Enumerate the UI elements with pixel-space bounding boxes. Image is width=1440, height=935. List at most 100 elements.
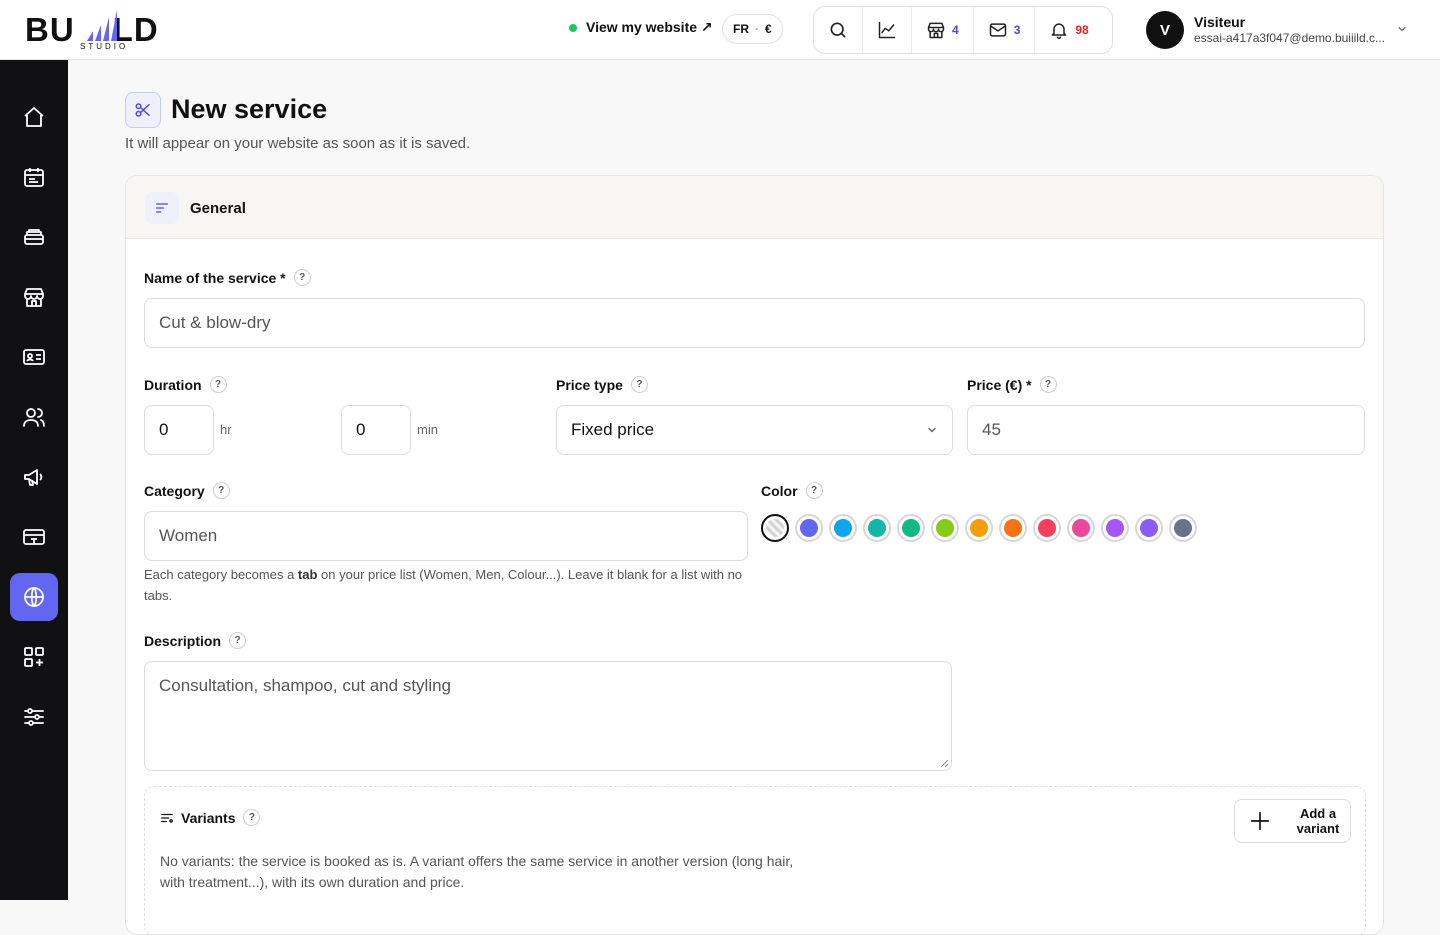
color-swatch-fill bbox=[834, 519, 852, 537]
sidebar-item-contacts[interactable] bbox=[10, 333, 58, 381]
color-swatch-fill bbox=[936, 519, 954, 537]
variants-label-text: Variants bbox=[181, 809, 236, 826]
color-swatch[interactable] bbox=[931, 514, 959, 542]
logo-bars-icon bbox=[87, 10, 117, 41]
description-label-text: Description bbox=[144, 632, 222, 649]
price-label: Price (€) * ? bbox=[967, 376, 1057, 393]
color-swatch[interactable] bbox=[1067, 514, 1095, 542]
sidebar-item-website[interactable] bbox=[10, 573, 58, 621]
color-swatch[interactable] bbox=[897, 514, 925, 542]
color-swatch-fill bbox=[1072, 519, 1090, 537]
scissors-icon bbox=[125, 92, 161, 128]
color-swatch[interactable] bbox=[1169, 514, 1197, 542]
sidebar-item-services[interactable] bbox=[10, 213, 58, 261]
mail-icon bbox=[989, 23, 1006, 37]
view-website-label: View my website ↗ bbox=[586, 19, 713, 35]
service-name-placeholder: Cut & blow-dry bbox=[159, 313, 271, 332]
sidebar-item-calendar[interactable] bbox=[10, 153, 58, 201]
hours-input[interactable]: 0 bbox=[144, 405, 214, 455]
view-website-link[interactable]: View my website ↗ bbox=[569, 19, 713, 36]
color-swatch[interactable] bbox=[829, 514, 857, 542]
service-name-label: Name of the service * ? bbox=[144, 269, 311, 286]
color-swatch-fill bbox=[1038, 519, 1056, 537]
shop-icon bbox=[927, 22, 945, 39]
help-icon[interactable]: ? bbox=[293, 269, 311, 286]
shop-button[interactable]: 4 bbox=[912, 7, 974, 53]
category-hint: Each category becomes a tab on your pric… bbox=[144, 564, 744, 606]
description-textarea[interactable]: Consultation, shampoo, cut and styling bbox=[144, 661, 952, 771]
add-variant-button[interactable]: Add a variant bbox=[1234, 799, 1351, 843]
sidebar-item-payments[interactable] bbox=[10, 513, 58, 561]
separator-dot: · bbox=[755, 22, 759, 36]
variants-section: Variants ? Add a variant No variants: th… bbox=[144, 786, 1366, 934]
sidebar bbox=[0, 60, 68, 900]
minutes-input[interactable]: 0 bbox=[341, 405, 411, 455]
color-swatch-none[interactable] bbox=[761, 514, 789, 542]
add-variant-label: Add a variant bbox=[1296, 806, 1340, 836]
services-stack-icon bbox=[24, 229, 44, 245]
minutes-unit: min bbox=[417, 422, 438, 437]
help-icon[interactable]: ? bbox=[209, 376, 227, 393]
color-swatch[interactable] bbox=[1135, 514, 1163, 542]
user-email: essai-a417a3f047@demo.buiiild.c... bbox=[1194, 31, 1385, 45]
language-currency-switch[interactable]: FR · € bbox=[722, 14, 783, 44]
color-swatch[interactable] bbox=[795, 514, 823, 542]
sidebar-item-marketing[interactable] bbox=[10, 453, 58, 501]
color-swatch[interactable] bbox=[965, 514, 993, 542]
megaphone-icon bbox=[24, 469, 43, 486]
chevron-down-icon bbox=[1398, 26, 1406, 32]
sidebar-item-shop[interactable] bbox=[10, 273, 58, 321]
resize-handle-icon[interactable] bbox=[939, 758, 949, 768]
sidebar-item-team[interactable] bbox=[10, 393, 58, 441]
search-icon bbox=[830, 22, 846, 38]
price-label-text: Price (€) * bbox=[967, 376, 1032, 393]
duration-label: Duration ? bbox=[144, 376, 227, 393]
plus-icon bbox=[1250, 811, 1270, 831]
help-icon[interactable]: ? bbox=[1039, 376, 1057, 393]
color-swatch[interactable] bbox=[1033, 514, 1061, 542]
text-align-icon bbox=[145, 192, 179, 224]
category-placeholder: Women bbox=[159, 526, 218, 545]
page-title: New service bbox=[171, 94, 328, 124]
user-menu[interactable]: V Visiteur essai-a417a3f047@demo.buiiild… bbox=[1146, 10, 1416, 50]
help-icon[interactable]: ? bbox=[630, 376, 648, 393]
help-icon[interactable]: ? bbox=[229, 632, 247, 649]
sidebar-item-apps[interactable] bbox=[10, 633, 58, 681]
color-swatch-fill bbox=[1106, 519, 1124, 537]
list-filter-icon bbox=[161, 813, 173, 823]
sidebar-item-settings[interactable] bbox=[10, 693, 58, 741]
hours-unit: hr bbox=[220, 422, 232, 437]
color-swatch[interactable] bbox=[1101, 514, 1129, 542]
help-icon[interactable]: ? bbox=[243, 809, 261, 826]
category-input[interactable]: Women bbox=[144, 511, 748, 561]
search-button[interactable] bbox=[814, 7, 863, 53]
sliders-icon bbox=[24, 708, 44, 726]
card-icon bbox=[23, 529, 45, 545]
color-swatch-fill bbox=[868, 519, 886, 537]
general-card: General Name of the service * ? Cut & bl… bbox=[125, 175, 1384, 935]
hours-value: 0 bbox=[159, 420, 169, 439]
language-code: FR bbox=[733, 22, 749, 36]
stats-button[interactable] bbox=[863, 7, 912, 53]
color-swatch[interactable] bbox=[863, 514, 891, 542]
notifications-button[interactable]: 98 bbox=[1035, 7, 1102, 53]
home-icon bbox=[24, 107, 44, 127]
shop-icon bbox=[24, 288, 44, 307]
price-input[interactable]: 45 bbox=[967, 405, 1365, 455]
logo[interactable]: BU LD STUDIO bbox=[25, 8, 185, 52]
color-label: Color ? bbox=[761, 482, 823, 499]
color-swatch-fill bbox=[1174, 519, 1192, 537]
service-name-input[interactable]: Cut & blow-dry bbox=[144, 298, 1365, 348]
help-icon[interactable]: ? bbox=[212, 482, 230, 499]
color-swatch-fill bbox=[1140, 519, 1158, 537]
mail-button[interactable]: 3 bbox=[974, 7, 1036, 53]
sidebar-item-home[interactable] bbox=[10, 93, 58, 141]
help-icon[interactable]: ? bbox=[805, 482, 823, 499]
color-swatch-fill bbox=[766, 519, 784, 537]
color-swatch-fill bbox=[800, 519, 818, 537]
price-type-select[interactable]: Fixed price bbox=[556, 405, 953, 455]
color-swatch[interactable] bbox=[999, 514, 1027, 542]
price-placeholder: 45 bbox=[982, 420, 1001, 439]
top-bar: BU LD STUDIO View my website ↗ FR · € 4 3 bbox=[0, 0, 1440, 60]
color-swatch-fill bbox=[970, 519, 988, 537]
